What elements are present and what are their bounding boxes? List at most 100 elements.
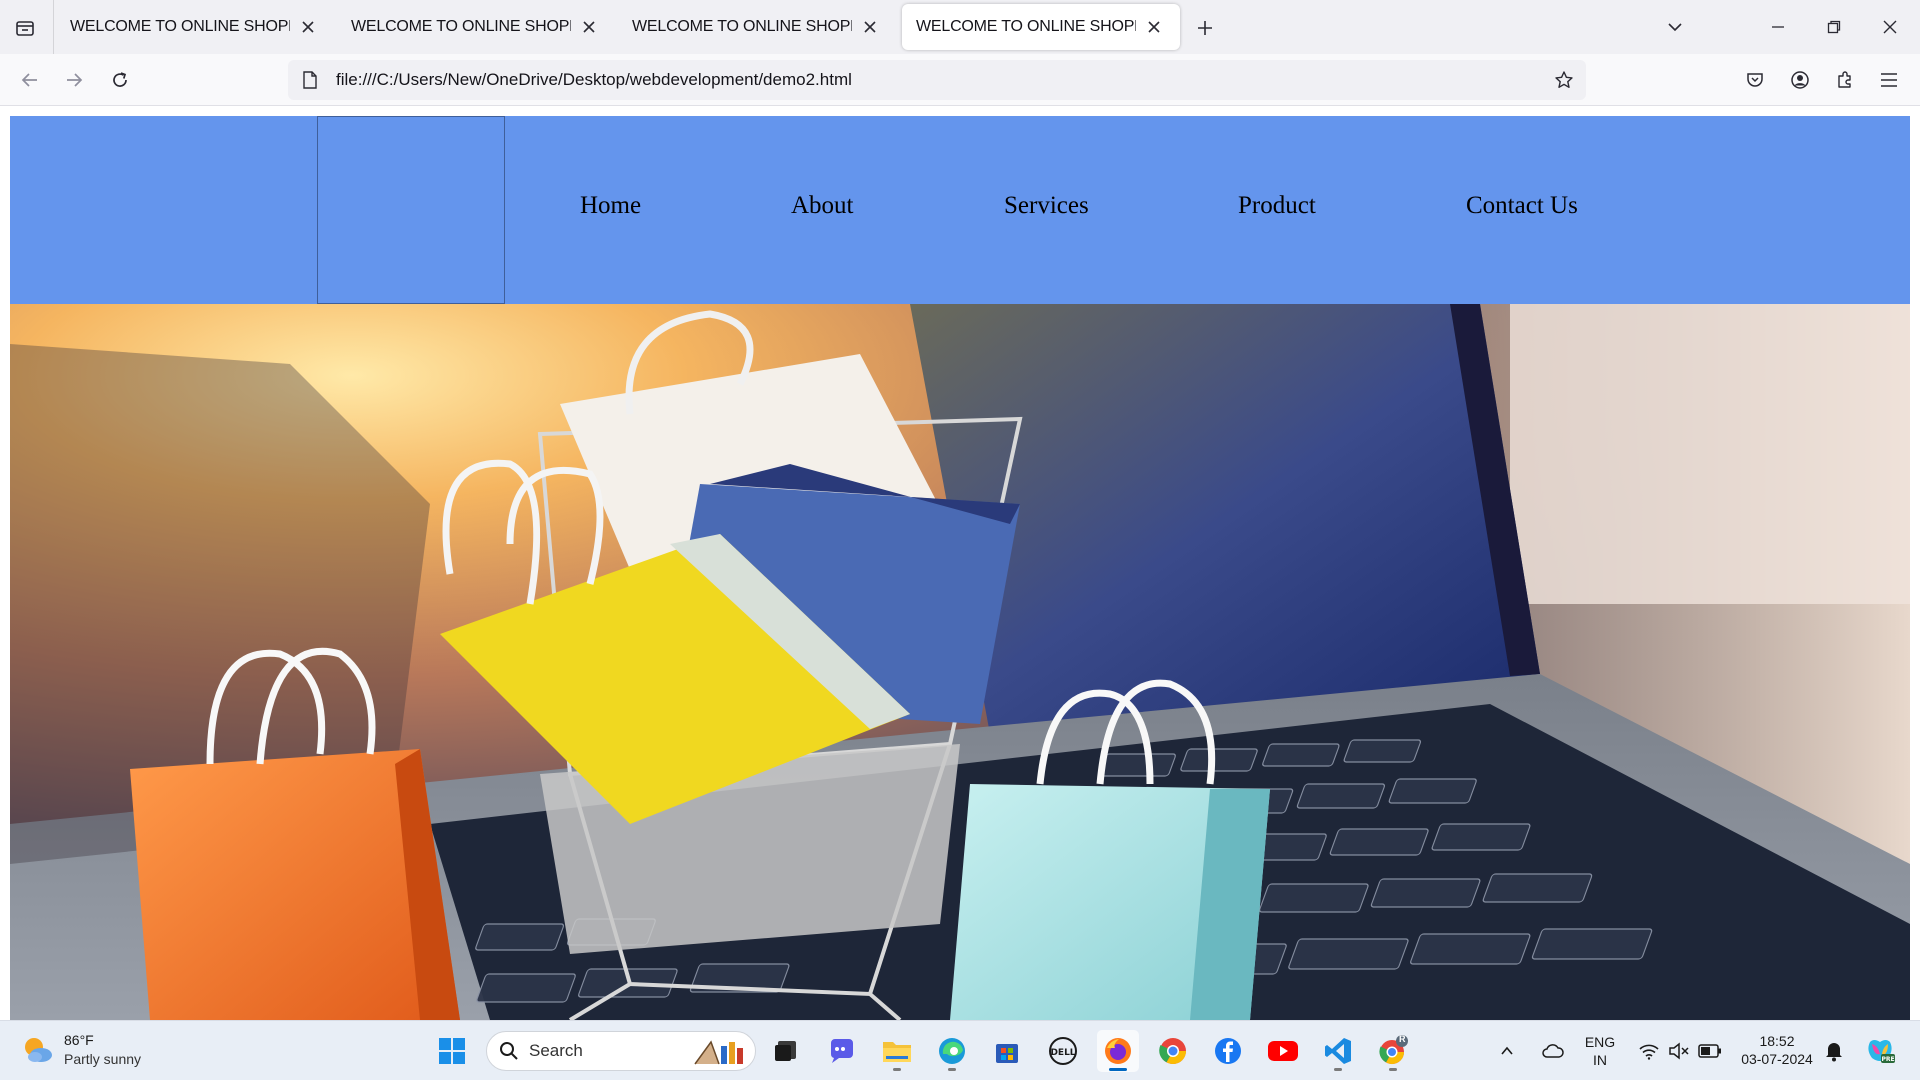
hero-image-shopping-bags-cart-laptop (10, 304, 1910, 1020)
task-view-button[interactable] (765, 1030, 807, 1072)
taskbar-app-firefox[interactable] (1097, 1030, 1139, 1072)
browser-tab-4-active[interactable]: WELCOME TO ONLINE SHOPPING (902, 4, 1180, 50)
taskbar-app-store[interactable] (986, 1030, 1028, 1072)
site-header: Home About Services Product Contact Us (10, 116, 1910, 304)
taskbar-app-dell[interactable]: DELL (1042, 1030, 1084, 1072)
plus-icon (1198, 21, 1212, 35)
tab-overflow-button[interactable] (1647, 0, 1703, 54)
clock-time: 18:52 (1759, 1033, 1795, 1049)
tab-close-button[interactable] (858, 15, 882, 39)
search-highlight-illustration-icon (694, 1040, 743, 1065)
arrow-right-icon (67, 73, 83, 87)
browser-nav-bar: file:///C:/Users/New/OneDrive/Desktop/we… (0, 54, 1920, 106)
nav-link-home[interactable]: Home (580, 192, 641, 220)
tab-close-button[interactable] (1142, 15, 1166, 39)
youtube-icon (1268, 1041, 1298, 1061)
partly-sunny-icon (25, 1038, 52, 1062)
new-tab-button[interactable] (1188, 11, 1222, 45)
nav-link-product[interactable]: Product (1238, 192, 1316, 220)
start-button[interactable] (431, 1030, 473, 1072)
tab-close-button[interactable] (296, 15, 320, 39)
tab-list-icon (16, 21, 34, 36)
close-icon (1883, 20, 1897, 34)
battery-icon (1698, 1044, 1721, 1058)
taskbar-app-chrome-profile[interactable]: R (1372, 1030, 1414, 1072)
chevron-down-icon (1668, 23, 1682, 32)
running-indicator (893, 1068, 901, 1071)
nav-link-contact-us[interactable]: Contact Us (1466, 192, 1578, 220)
search-icon (500, 1042, 518, 1060)
running-indicator (1389, 1068, 1397, 1071)
folder-icon (883, 1042, 911, 1062)
browser-tab-2[interactable]: WELCOME TO ONLINE SHOPPING (337, 4, 615, 50)
clock[interactable]: 18:52 03-07-2024 (1732, 1032, 1822, 1068)
extensions-button[interactable] (1827, 62, 1863, 98)
reload-button[interactable] (102, 62, 138, 98)
file-page-icon (298, 68, 322, 92)
chrome-profile-badge: R (1399, 1034, 1406, 1044)
taskbar-search-box[interactable]: Search (486, 1031, 756, 1071)
firefox-icon (1105, 1038, 1131, 1064)
forward-button[interactable] (56, 62, 92, 98)
hamburger-menu-icon (1881, 73, 1897, 87)
taskbar-app-chrome[interactable] (1152, 1030, 1194, 1072)
search-label: Search (529, 1041, 583, 1060)
svg-text:DELL: DELL (1050, 1048, 1075, 1058)
app-menu-button[interactable] (1871, 62, 1907, 98)
microsoft-store-icon (996, 1044, 1018, 1063)
nav-link-about[interactable]: About (791, 192, 854, 220)
close-icon (864, 21, 876, 33)
taskbar-app-file-explorer[interactable] (876, 1030, 918, 1072)
minimize-icon (1772, 26, 1784, 28)
windows-logo-icon (439, 1038, 465, 1064)
url-text[interactable]: file:///C:/Users/New/OneDrive/Desktop/we… (336, 70, 1546, 90)
logo-placeholder-box (317, 116, 505, 304)
browser-tab-1[interactable]: WELCOME TO ONLINE SHOPPING (56, 4, 334, 50)
tab-close-button[interactable] (577, 15, 601, 39)
restore-icon (1827, 20, 1841, 34)
close-icon (302, 21, 314, 33)
taskbar-app-chat[interactable] (820, 1030, 862, 1072)
tab-title: WELCOME TO ONLINE SHOPPING (351, 18, 571, 35)
taskbar-app-edge[interactable] (931, 1030, 973, 1072)
tab-divider (53, 0, 54, 54)
copilot-button[interactable]: PRE (1858, 1030, 1902, 1072)
tab-title: WELCOME TO ONLINE SHOPPING (70, 18, 290, 35)
minimize-button[interactable] (1750, 0, 1806, 54)
network-volume-battery-tray[interactable] (1630, 1030, 1730, 1072)
pocket-button[interactable] (1737, 62, 1773, 98)
chrome-icon (1159, 1038, 1187, 1065)
show-hidden-icons-button[interactable] (1492, 1030, 1522, 1072)
browser-tab-3[interactable]: WELCOME TO ONLINE SHOPPING (618, 4, 896, 50)
web-page-viewport: Home About Services Product Contact Us (10, 116, 1910, 1020)
tab-title: WELCOME TO ONLINE SHOPPING (916, 18, 1136, 35)
svg-text:PRE: PRE (1881, 1056, 1894, 1063)
restore-button[interactable] (1806, 0, 1862, 54)
bookmark-star-button[interactable] (1546, 62, 1582, 98)
close-icon (583, 21, 595, 33)
edge-browser-icon (939, 1038, 965, 1064)
pocket-icon (1747, 73, 1763, 87)
list-all-tabs-button[interactable] (6, 9, 44, 47)
language-code: ENG (1584, 1034, 1616, 1050)
facebook-icon (1215, 1038, 1241, 1064)
nav-link-services[interactable]: Services (1004, 192, 1089, 220)
taskbar-app-vscode[interactable] (1317, 1030, 1359, 1072)
notifications-button[interactable] (1818, 1030, 1850, 1072)
weather-widget[interactable]: 86°F Partly sunny (20, 1031, 141, 1069)
onedrive-tray-button[interactable] (1530, 1030, 1576, 1072)
taskbar-app-facebook[interactable] (1207, 1030, 1249, 1072)
taskbar-app-youtube[interactable] (1262, 1030, 1304, 1072)
back-button[interactable] (12, 62, 48, 98)
account-button[interactable] (1782, 62, 1818, 98)
close-window-button[interactable] (1862, 0, 1918, 54)
reload-icon (113, 72, 127, 87)
task-view-icon (775, 1041, 796, 1061)
address-bar[interactable]: file:///C:/Users/New/OneDrive/Desktop/we… (288, 60, 1586, 100)
wifi-icon (1639, 1044, 1659, 1060)
vscode-icon (1325, 1038, 1351, 1064)
input-language-indicator[interactable]: ENG IN (1582, 1033, 1618, 1069)
screen: WELCOME TO ONLINE SHOPPING WELCOME TO ON… (0, 0, 1920, 1080)
puzzle-icon (1838, 71, 1851, 88)
dell-logo-icon: DELL (1049, 1037, 1077, 1065)
